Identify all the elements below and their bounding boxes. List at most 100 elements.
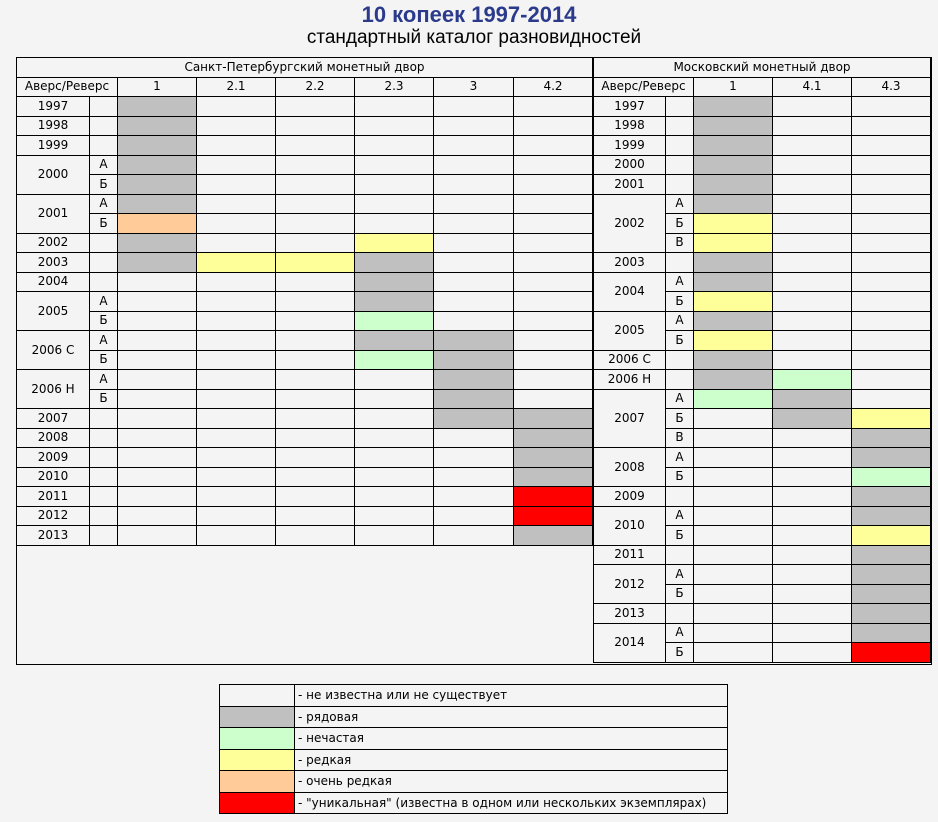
rarity-cell [851,505,931,526]
subtype-cell [89,115,118,136]
subtype-cell [89,271,118,292]
subtype-cell [665,154,694,175]
variety-column-header: 2.2 [275,76,355,97]
year-cell: 2003 [593,252,666,273]
variety-column-header: 4.2 [513,76,593,97]
table-row: 2013 [593,603,931,624]
subtype-cell [89,135,118,156]
rarity-cell [772,252,852,273]
rarity-cell [117,154,197,175]
rarity-cell [772,271,852,292]
rarity-cell [851,408,931,429]
legend-swatch [219,727,295,750]
subtype-cell [89,96,118,117]
rarity-cell [275,466,355,487]
rarity-cell [433,96,514,117]
rarity-cell [196,447,276,468]
subtype-cell: Б [665,291,694,312]
legend-item: - очень редкая [219,770,728,793]
rarity-cell [851,349,931,370]
rarity-cell [196,427,276,448]
rarity-cell [354,447,434,468]
year-cell: 2011 [593,544,666,565]
rarity-cell [433,330,514,351]
rarity-cell [275,213,355,234]
rarity-cell [772,330,852,351]
rarity-cell [433,193,514,214]
rarity-cell [354,291,434,312]
rarity-cell [354,466,434,487]
table-row: Б [17,310,593,331]
rarity-cell [851,291,931,312]
subtype-cell [89,232,118,253]
rarity-cell [196,96,276,117]
rarity-cell [354,330,434,351]
table-row: 2011 [16,486,593,507]
subtype-cell: А [89,154,118,175]
rarity-cell [275,252,355,273]
year-cell: 2006 Н [16,369,90,409]
rarity-cell [275,486,355,507]
legend-swatch [219,791,295,814]
table-row: 2008 А [593,447,931,487]
legend-swatch [219,684,295,707]
rarity-cell [851,642,931,663]
rarity-cell [196,349,276,370]
rarity-cell [196,408,276,429]
rarity-cell [693,291,773,312]
rarity-cell [275,96,355,117]
legend-item: - не известна или не существует [219,684,728,707]
legend-item: - редкая [219,748,728,771]
rarity-cell [433,115,514,136]
subtype-cell: А [89,330,118,351]
legend-swatch [219,705,295,728]
rarity-cell [513,271,593,292]
subtype-cell: А [665,310,694,331]
rarity-cell [117,193,197,214]
rarity-cell [772,154,852,175]
rarity-cell [513,388,593,409]
rarity-cell [275,408,355,429]
subtype-cell: Б [89,213,118,234]
rarity-cell [772,96,852,117]
rarity-cell [851,232,931,253]
rarity-cell [772,213,852,234]
rarity-cell [433,232,514,253]
year-cell: 2006 С [16,330,90,370]
rarity-cell [772,486,852,507]
subtype-cell: В [665,232,694,253]
subtype-cell: Б [665,213,694,234]
rarity-cell [354,408,434,429]
rarity-cell [693,135,773,156]
rarity-cell [693,388,773,409]
rarity-cell [513,154,593,175]
rarity-cell [275,291,355,312]
rarity-cell [772,193,852,214]
year-cell: 1999 [16,135,90,156]
subtype-cell: В [665,427,694,448]
rarity-cell [513,408,593,429]
rarity-cell [693,622,773,643]
rarity-cell [275,349,355,370]
rarity-cell [117,135,197,156]
rarity-cell [433,310,514,331]
year-cell: 2014 [593,622,666,663]
year-cell: 1999 [593,135,666,156]
rarity-cell [772,408,852,429]
rarity-cell [117,232,197,253]
legend-item: - рядовая [219,705,728,728]
variety-column-header: 1 [117,76,197,97]
subtype-cell [665,96,694,117]
rarity-cell [851,174,931,195]
subtype-cell [665,135,694,156]
rarity-cell [117,271,197,292]
rarity-cell [772,447,852,468]
rarity-cell [513,349,593,370]
legend-label: - не известна или не существует [294,684,728,707]
rarity-cell [354,310,434,331]
rarity-cell [772,174,852,195]
rarity-cell [196,232,276,253]
rarity-cell [117,525,197,546]
rarity-cell [354,193,434,214]
table-row: 2010 А [593,505,931,546]
